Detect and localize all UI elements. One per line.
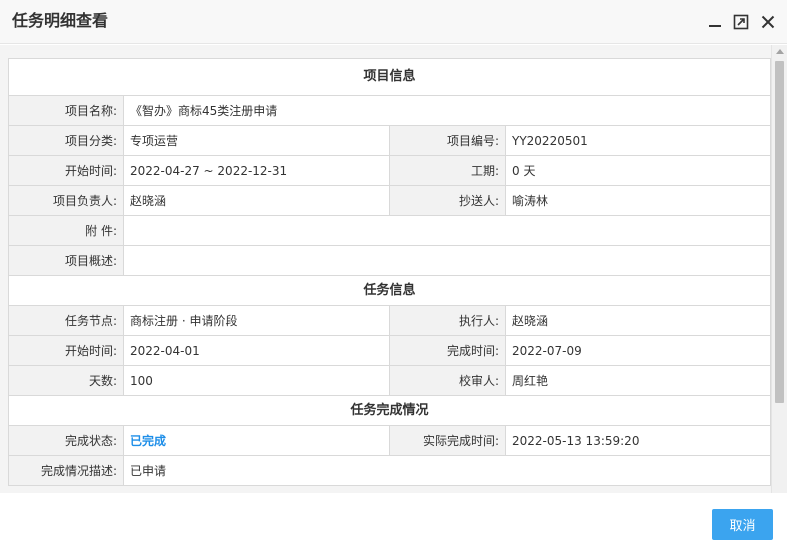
table-row: 开始时间: 2022-04-27 ~ 2022-12-31 工期: 0 天: [8, 155, 771, 186]
project-category-value: 专项运营: [123, 125, 390, 156]
task-reviewer-label: 校审人:: [389, 365, 506, 396]
table-row: 开始时间: 2022-04-01 完成时间: 2022-07-09: [8, 335, 771, 366]
table-row: 附 件:: [8, 215, 771, 246]
table-row: 项目分类: 专项运营 项目编号: YY20220501: [8, 125, 771, 156]
table-row: 项目负责人: 赵晓涵 抄送人: 喻涛林: [8, 185, 771, 216]
project-owner-value: 赵晓涵: [123, 185, 390, 216]
dialog-footer: 取消: [0, 493, 787, 547]
actual-finish-label: 实际完成时间:: [389, 425, 506, 456]
project-name-label: 项目名称:: [8, 95, 124, 126]
table-row: 项目概述:: [8, 245, 771, 276]
completion-desc-value: 已申请: [122, 455, 771, 486]
project-category-label: 项目分类:: [8, 125, 124, 156]
minimize-button[interactable]: [706, 13, 724, 31]
table-row: 项目名称: 《智办》商标45类注册申请: [8, 95, 771, 126]
project-overview-label: 项目概述:: [8, 245, 124, 276]
task-days-value: 100: [123, 365, 390, 396]
section-title-task: 任务信息: [7, 275, 771, 306]
table-row: 完成状态: 已完成 实际完成时间: 2022-05-13 13:59:20: [8, 425, 771, 456]
project-period-value: 0 天: [504, 155, 771, 186]
detail-table: 项目信息 项目名称: 《智办》商标45类注册申请 项目分类: 专项运营 项目编号…: [7, 58, 771, 486]
close-icon: [761, 15, 775, 29]
table-row: 天数: 100 校审人: 周红艳: [8, 365, 771, 396]
table-row: 任务节点: 商标注册 · 申请阶段 执行人: 赵晓涵: [8, 305, 771, 336]
attachment-value: [122, 215, 771, 246]
project-overview-value: [122, 245, 771, 276]
task-node-value: 商标注册 · 申请阶段: [123, 305, 390, 336]
dialog-title: 任务明细查看: [12, 11, 109, 30]
project-code-value: YY20220501: [504, 125, 771, 156]
section-header-project: 项目信息: [7, 58, 771, 96]
task-finish-label: 完成时间:: [389, 335, 506, 366]
completion-desc-label: 完成情况描述:: [8, 455, 124, 486]
project-cc-value: 喻涛林: [504, 185, 771, 216]
task-start-label: 开始时间:: [8, 335, 124, 366]
task-finish-value: 2022-07-09: [504, 335, 771, 366]
scroll-up-icon[interactable]: [776, 49, 784, 54]
detail-scroll-panel[interactable]: 项目信息 项目名称: 《智办》商标45类注册申请 项目分类: 专项运营 项目编号…: [0, 45, 771, 493]
scrollbar-thumb[interactable]: [775, 61, 784, 403]
completion-status-label: 完成状态:: [8, 425, 124, 456]
close-button[interactable]: [759, 13, 777, 31]
status-badge: 已完成: [130, 433, 167, 448]
section-title-project: 项目信息: [7, 58, 771, 96]
maximize-icon: [733, 14, 749, 30]
dialog-titlebar: 任务明细查看: [0, 0, 787, 44]
maximize-button[interactable]: [732, 13, 750, 31]
project-start-label: 开始时间:: [8, 155, 124, 186]
project-name-value: 《智办》商标45类注册申请: [122, 95, 771, 126]
project-code-label: 项目编号:: [389, 125, 506, 156]
actual-finish-value: 2022-05-13 13:59:20: [504, 425, 771, 456]
section-header-task: 任务信息: [7, 275, 771, 306]
minimize-icon: [709, 25, 721, 27]
section-title-completion: 任务完成情况: [7, 395, 771, 426]
completion-status-cell: 已完成: [123, 425, 390, 456]
project-period-label: 工期:: [389, 155, 506, 186]
task-executor-value: 赵晓涵: [504, 305, 771, 336]
task-reviewer-value: 周红艳: [504, 365, 771, 396]
attachment-label: 附 件:: [8, 215, 124, 246]
project-start-value: 2022-04-27 ~ 2022-12-31: [123, 155, 390, 186]
task-start-value: 2022-04-01: [123, 335, 390, 366]
task-node-label: 任务节点:: [8, 305, 124, 336]
section-header-completion: 任务完成情况: [7, 395, 771, 426]
dialog-body: 项目信息 项目名称: 《智办》商标45类注册申请 项目分类: 专项运营 项目编号…: [0, 45, 787, 493]
project-owner-label: 项目负责人:: [8, 185, 124, 216]
table-row: 完成情况描述: 已申请: [8, 455, 771, 486]
project-cc-label: 抄送人:: [389, 185, 506, 216]
cancel-button[interactable]: 取消: [712, 509, 773, 540]
task-executor-label: 执行人:: [389, 305, 506, 336]
vertical-scrollbar[interactable]: [771, 45, 787, 493]
task-days-label: 天数:: [8, 365, 124, 396]
